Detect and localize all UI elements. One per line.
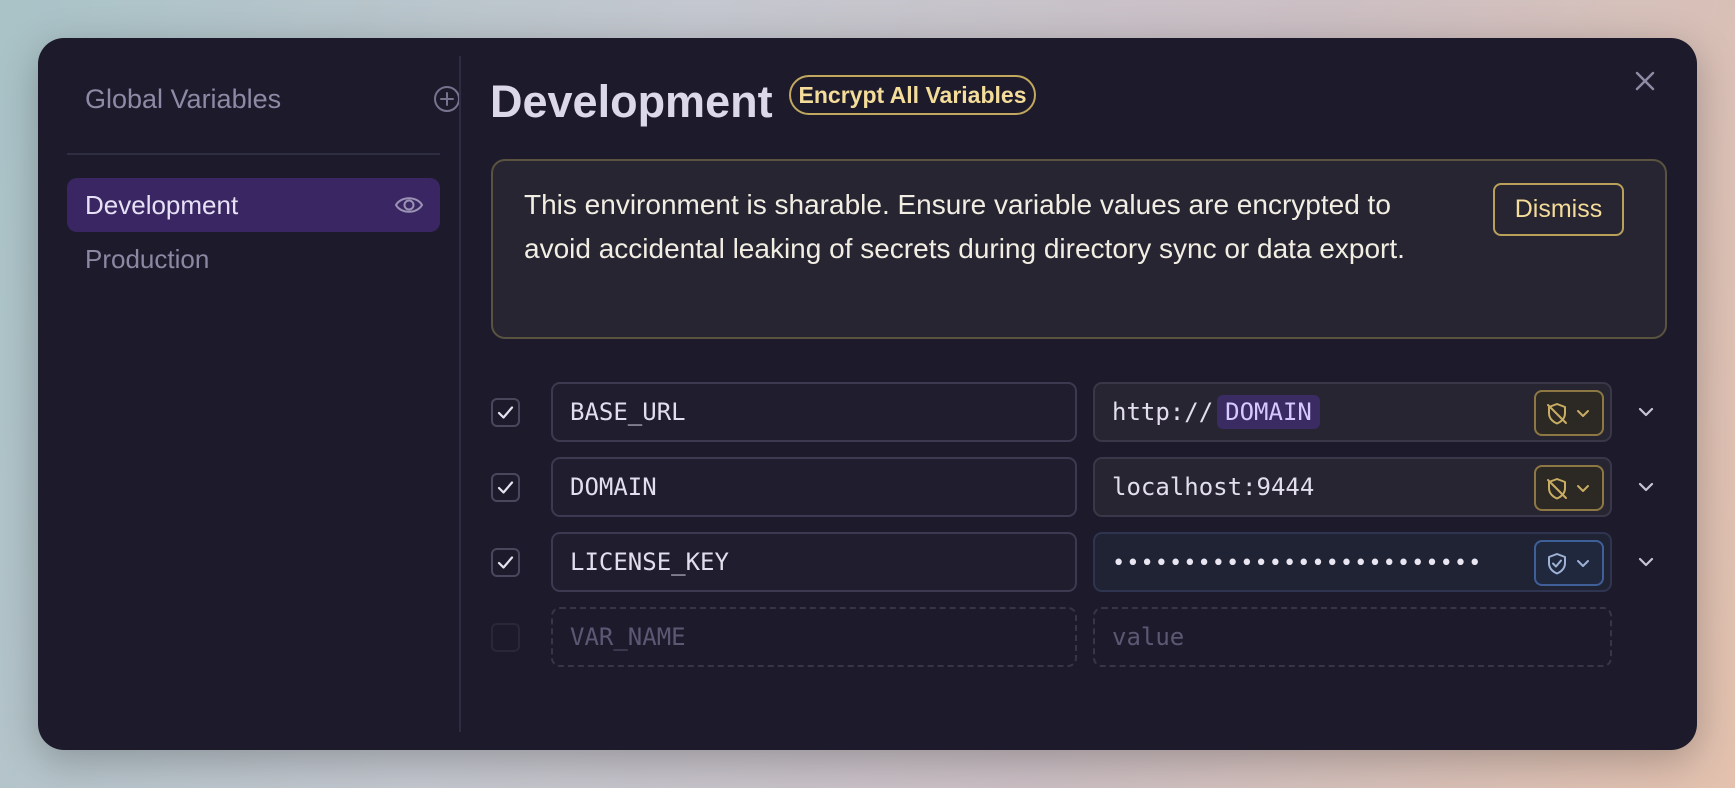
check-icon: [497, 481, 514, 494]
chevron-down-icon[interactable]: [1634, 400, 1658, 424]
chevron-down-icon[interactable]: [1634, 475, 1658, 499]
value-text: localhost:9444: [1112, 473, 1315, 501]
check-icon: [497, 556, 514, 569]
new-variable-name-input[interactable]: VAR_NAME: [551, 607, 1077, 667]
value-text: http://: [1112, 398, 1214, 426]
environment-dialog: Global Variables Development Production: [38, 38, 1697, 750]
new-variable-row: VAR_NAME value: [38, 607, 1697, 667]
variable-enabled-checkbox[interactable]: [491, 473, 520, 502]
variable-value-input[interactable]: localhost:9444: [1093, 457, 1612, 517]
variable-reference-chip[interactable]: DOMAIN: [1217, 395, 1320, 429]
sharable-warning-banner: This environment is sharable. Ensure var…: [491, 159, 1667, 339]
eye-icon[interactable]: [394, 191, 424, 219]
masked-value: ••••••••••••••••••••••••••: [1112, 551, 1483, 576]
sidebar-divider: [67, 153, 440, 155]
variable-value-input[interactable]: ••••••••••••••••••••••••••: [1093, 532, 1612, 592]
sidebar-item-production[interactable]: Production: [67, 232, 440, 286]
sidebar-title[interactable]: Global Variables: [85, 81, 281, 117]
new-variable-value-input[interactable]: value: [1093, 607, 1612, 667]
chevron-down-icon: [1577, 410, 1589, 417]
chevron-down-icon: [1577, 485, 1589, 492]
encrypt-all-button[interactable]: Encrypt All Variables: [789, 75, 1036, 115]
shield-off-icon: [1547, 403, 1567, 425]
check-icon: [497, 406, 514, 419]
plus-circle-icon[interactable]: [432, 84, 462, 114]
page-title[interactable]: Development: [490, 72, 773, 132]
sidebar-header: Global Variables: [85, 81, 465, 117]
shield-off-icon: [1547, 478, 1567, 500]
shield-check-icon: [1548, 553, 1566, 575]
variable-row: LICENSE_KEY ••••••••••••••••••••••••••: [38, 532, 1697, 592]
variable-enabled-checkbox[interactable]: [491, 623, 520, 652]
encryption-toggle-button[interactable]: [1534, 465, 1604, 511]
sidebar-item-development[interactable]: Development: [67, 178, 440, 232]
chevron-down-icon[interactable]: [1634, 550, 1658, 574]
variable-value-input[interactable]: http://DOMAIN: [1093, 382, 1612, 442]
dismiss-button[interactable]: Dismiss: [1493, 183, 1624, 236]
encryption-toggle-button[interactable]: [1534, 390, 1604, 436]
sidebar-item-label: Production: [85, 244, 210, 274]
warning-text: This environment is sharable. Ensure var…: [524, 189, 1405, 264]
encryption-toggle-button[interactable]: [1534, 540, 1604, 586]
chevron-down-icon: [1577, 560, 1589, 567]
variable-enabled-checkbox[interactable]: [491, 548, 520, 577]
variable-row: BASE_URL http://DOMAIN: [38, 382, 1697, 442]
variable-row: DOMAIN localhost:9444: [38, 457, 1697, 517]
close-icon[interactable]: [1630, 66, 1660, 96]
variable-name-input[interactable]: BASE_URL: [551, 382, 1077, 442]
variable-name-input[interactable]: DOMAIN: [551, 457, 1077, 517]
variable-enabled-checkbox[interactable]: [491, 398, 520, 427]
variable-name-input[interactable]: LICENSE_KEY: [551, 532, 1077, 592]
sidebar-item-label: Development: [85, 190, 239, 220]
